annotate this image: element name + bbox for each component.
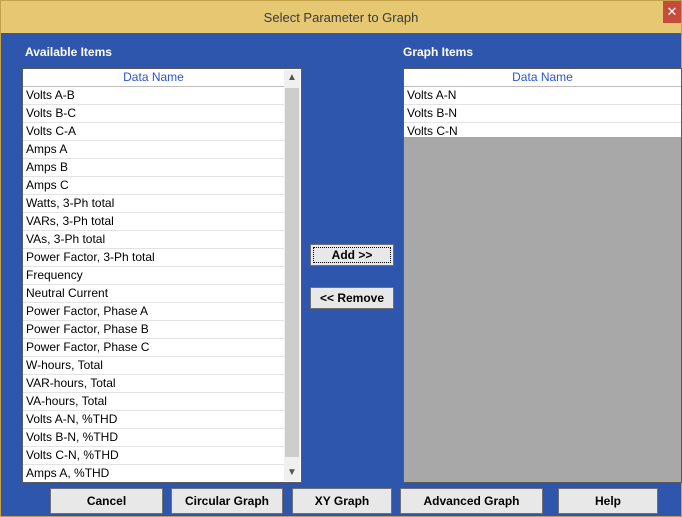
list-item[interactable]: Volts B-C xyxy=(23,105,284,123)
chevron-up-icon[interactable]: ▲ xyxy=(284,70,300,86)
graph-items-list[interactable]: Data Name Volts A-N Volts B-N Volts C-N xyxy=(403,68,682,483)
list-item[interactable]: Power Factor, Phase B xyxy=(23,321,284,339)
list-item[interactable]: Volts C-A xyxy=(23,123,284,141)
available-items-label: Available Items xyxy=(25,45,112,59)
graph-items-label: Graph Items xyxy=(403,45,474,59)
list-item[interactable]: Volts A-N xyxy=(404,87,681,105)
list-item[interactable]: Volts C-N, %THD xyxy=(23,447,284,465)
graph-list-header[interactable]: Data Name xyxy=(404,69,681,87)
empty-list-area xyxy=(404,137,681,482)
circular-graph-button[interactable]: Circular Graph xyxy=(171,488,283,514)
window-title: Select Parameter to Graph xyxy=(263,10,419,25)
list-item[interactable]: Volts B-N xyxy=(404,105,681,123)
list-item[interactable]: VARs, 3-Ph total xyxy=(23,213,284,231)
list-item[interactable]: VAs, 3-Ph total xyxy=(23,231,284,249)
remove-button[interactable]: << Remove xyxy=(310,287,394,309)
list-item[interactable]: Power Factor, Phase C xyxy=(23,339,284,357)
list-item[interactable]: Amps C xyxy=(23,177,284,195)
help-button[interactable]: Help xyxy=(558,488,658,514)
list-item[interactable]: Volts A-B xyxy=(23,87,284,105)
graph-rows: Volts A-N Volts B-N Volts C-N xyxy=(404,87,681,141)
list-item[interactable]: Power Factor, Phase A xyxy=(23,303,284,321)
available-rows: Volts A-B Volts B-C Volts C-A Amps A Amps BA… xyxy=(23,87,284,482)
title-bar: Select Parameter to Graph ✕ xyxy=(1,1,681,33)
list-item[interactable]: W-hours, Total xyxy=(23,357,284,375)
list-item[interactable]: Volts A-N, %THD xyxy=(23,411,284,429)
list-item[interactable]: Power Factor, 3-Ph total xyxy=(23,249,284,267)
chevron-down-icon[interactable]: ▼ xyxy=(284,465,300,481)
add-button[interactable]: Add >> xyxy=(310,244,394,266)
list-item[interactable]: VA-hours, Total xyxy=(23,393,284,411)
cancel-button[interactable]: Cancel xyxy=(50,488,163,514)
list-item[interactable]: Amps A, %THD xyxy=(23,465,284,482)
list-item[interactable]: Amps A xyxy=(23,141,284,159)
xy-graph-button[interactable]: XY Graph xyxy=(292,488,392,514)
select-parameter-dialog: Select Parameter to Graph ✕ Available It… xyxy=(0,0,682,517)
advanced-graph-button[interactable]: Advanced Graph xyxy=(400,488,543,514)
list-item[interactable]: Volts B-N, %THD xyxy=(23,429,284,447)
list-item[interactable]: Amps B xyxy=(23,159,284,177)
available-list-header[interactable]: Data Name xyxy=(23,69,284,87)
available-items-list[interactable]: Data Name Volts A-B Volts B-C Volts C-A Amp… xyxy=(22,68,302,483)
list-item[interactable]: Neutral Current xyxy=(23,285,284,303)
list-item[interactable]: VAR-hours, Total xyxy=(23,375,284,393)
vertical-scrollbar[interactable]: ▲ ▼ xyxy=(284,70,300,481)
close-icon[interactable]: ✕ xyxy=(663,1,681,23)
list-item[interactable]: Frequency xyxy=(23,267,284,285)
list-item[interactable]: Watts, 3-Ph total xyxy=(23,195,284,213)
scroll-thumb[interactable] xyxy=(285,88,299,457)
